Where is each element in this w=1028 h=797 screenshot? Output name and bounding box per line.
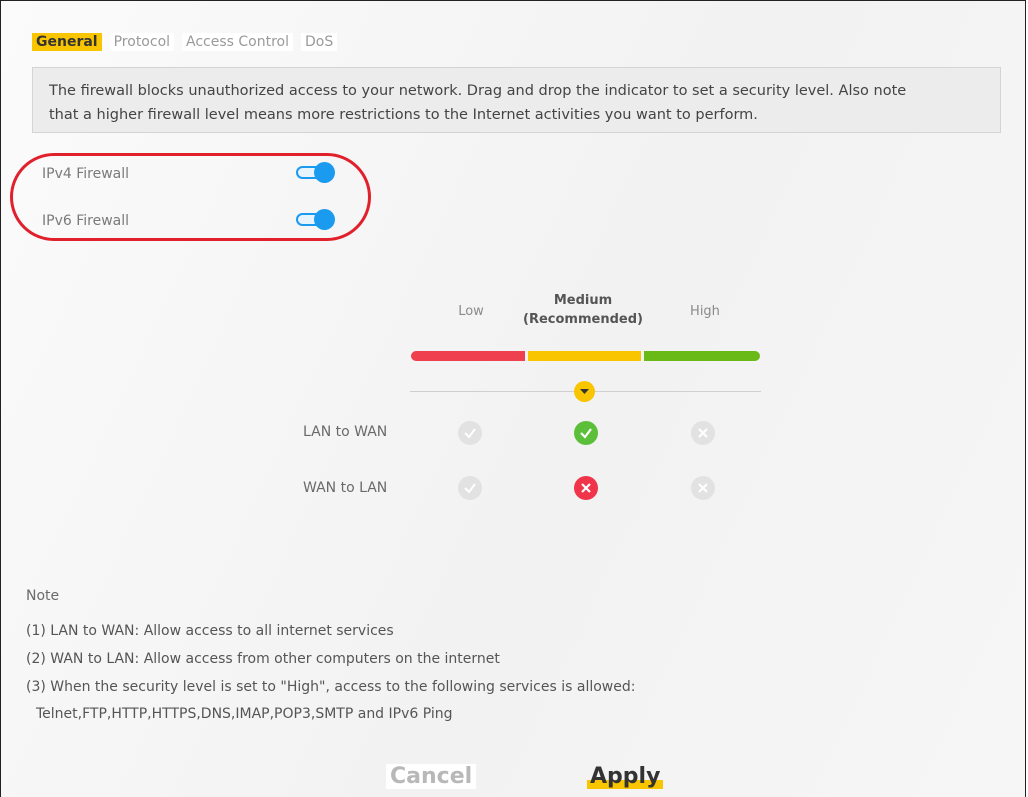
lan-to-wan-label: LAN to WAN (303, 424, 388, 440)
level-indicator-handle[interactable] (574, 381, 595, 402)
check-disabled-icon (458, 421, 482, 445)
check-disabled-icon (458, 476, 482, 500)
level-bar-medium[interactable] (528, 351, 641, 361)
ipv6-firewall-toggle[interactable] (296, 208, 338, 230)
cancel-button[interactable]: Cancel (386, 764, 477, 789)
ipv6-firewall-label: IPv6 Firewall (42, 213, 130, 229)
level-bar-high[interactable] (644, 351, 760, 361)
level-low-label: Low (458, 304, 484, 319)
tab-protocol[interactable]: Protocol (109, 33, 175, 51)
note-title: Note (26, 588, 60, 604)
tab-general[interactable]: General (32, 33, 102, 51)
cross-disabled-icon (691, 421, 715, 445)
toggle-knob (314, 162, 335, 183)
level-medium-recommended: (Recommended) (523, 312, 643, 327)
description-line-2: that a higher firewall level means more … (49, 107, 758, 123)
tab-dos[interactable]: DoS (301, 33, 338, 51)
firewall-description: The firewall blocks unauthorized access … (32, 67, 1001, 133)
ipv4-firewall-toggle[interactable] (296, 161, 338, 183)
tab-access-control[interactable]: Access Control (182, 33, 294, 51)
firewall-general-panel: General Protocol Access Control DoS The … (0, 0, 1026, 797)
ipv4-firewall-label: IPv4 Firewall (42, 166, 130, 182)
note-3-services: Telnet,FTP,HTTP,HTTPS,DNS,IMAP,POP3,SMTP… (36, 706, 453, 722)
wan-to-lan-label: WAN to LAN (303, 480, 388, 496)
level-medium-title: Medium (553, 293, 613, 308)
toggle-knob (314, 209, 335, 230)
cross-blocked-icon (574, 476, 598, 500)
note-3: (3) When the security level is set to "H… (26, 679, 636, 695)
description-line-1: The firewall blocks unauthorized access … (49, 83, 907, 99)
note-2: (2) WAN to LAN: Allow access from other … (26, 651, 500, 667)
level-bar-low[interactable] (411, 351, 525, 361)
note-1: (1) LAN to WAN: Allow access to all inte… (26, 623, 394, 639)
level-medium-label: Medium (Recommended) (518, 291, 648, 329)
tab-bar: General Protocol Access Control DoS (32, 33, 345, 51)
caret-down-icon (580, 389, 589, 394)
cross-disabled-icon (691, 476, 715, 500)
apply-button[interactable]: Apply (587, 764, 664, 789)
level-high-label: High (690, 304, 720, 319)
check-allowed-icon (574, 421, 598, 445)
